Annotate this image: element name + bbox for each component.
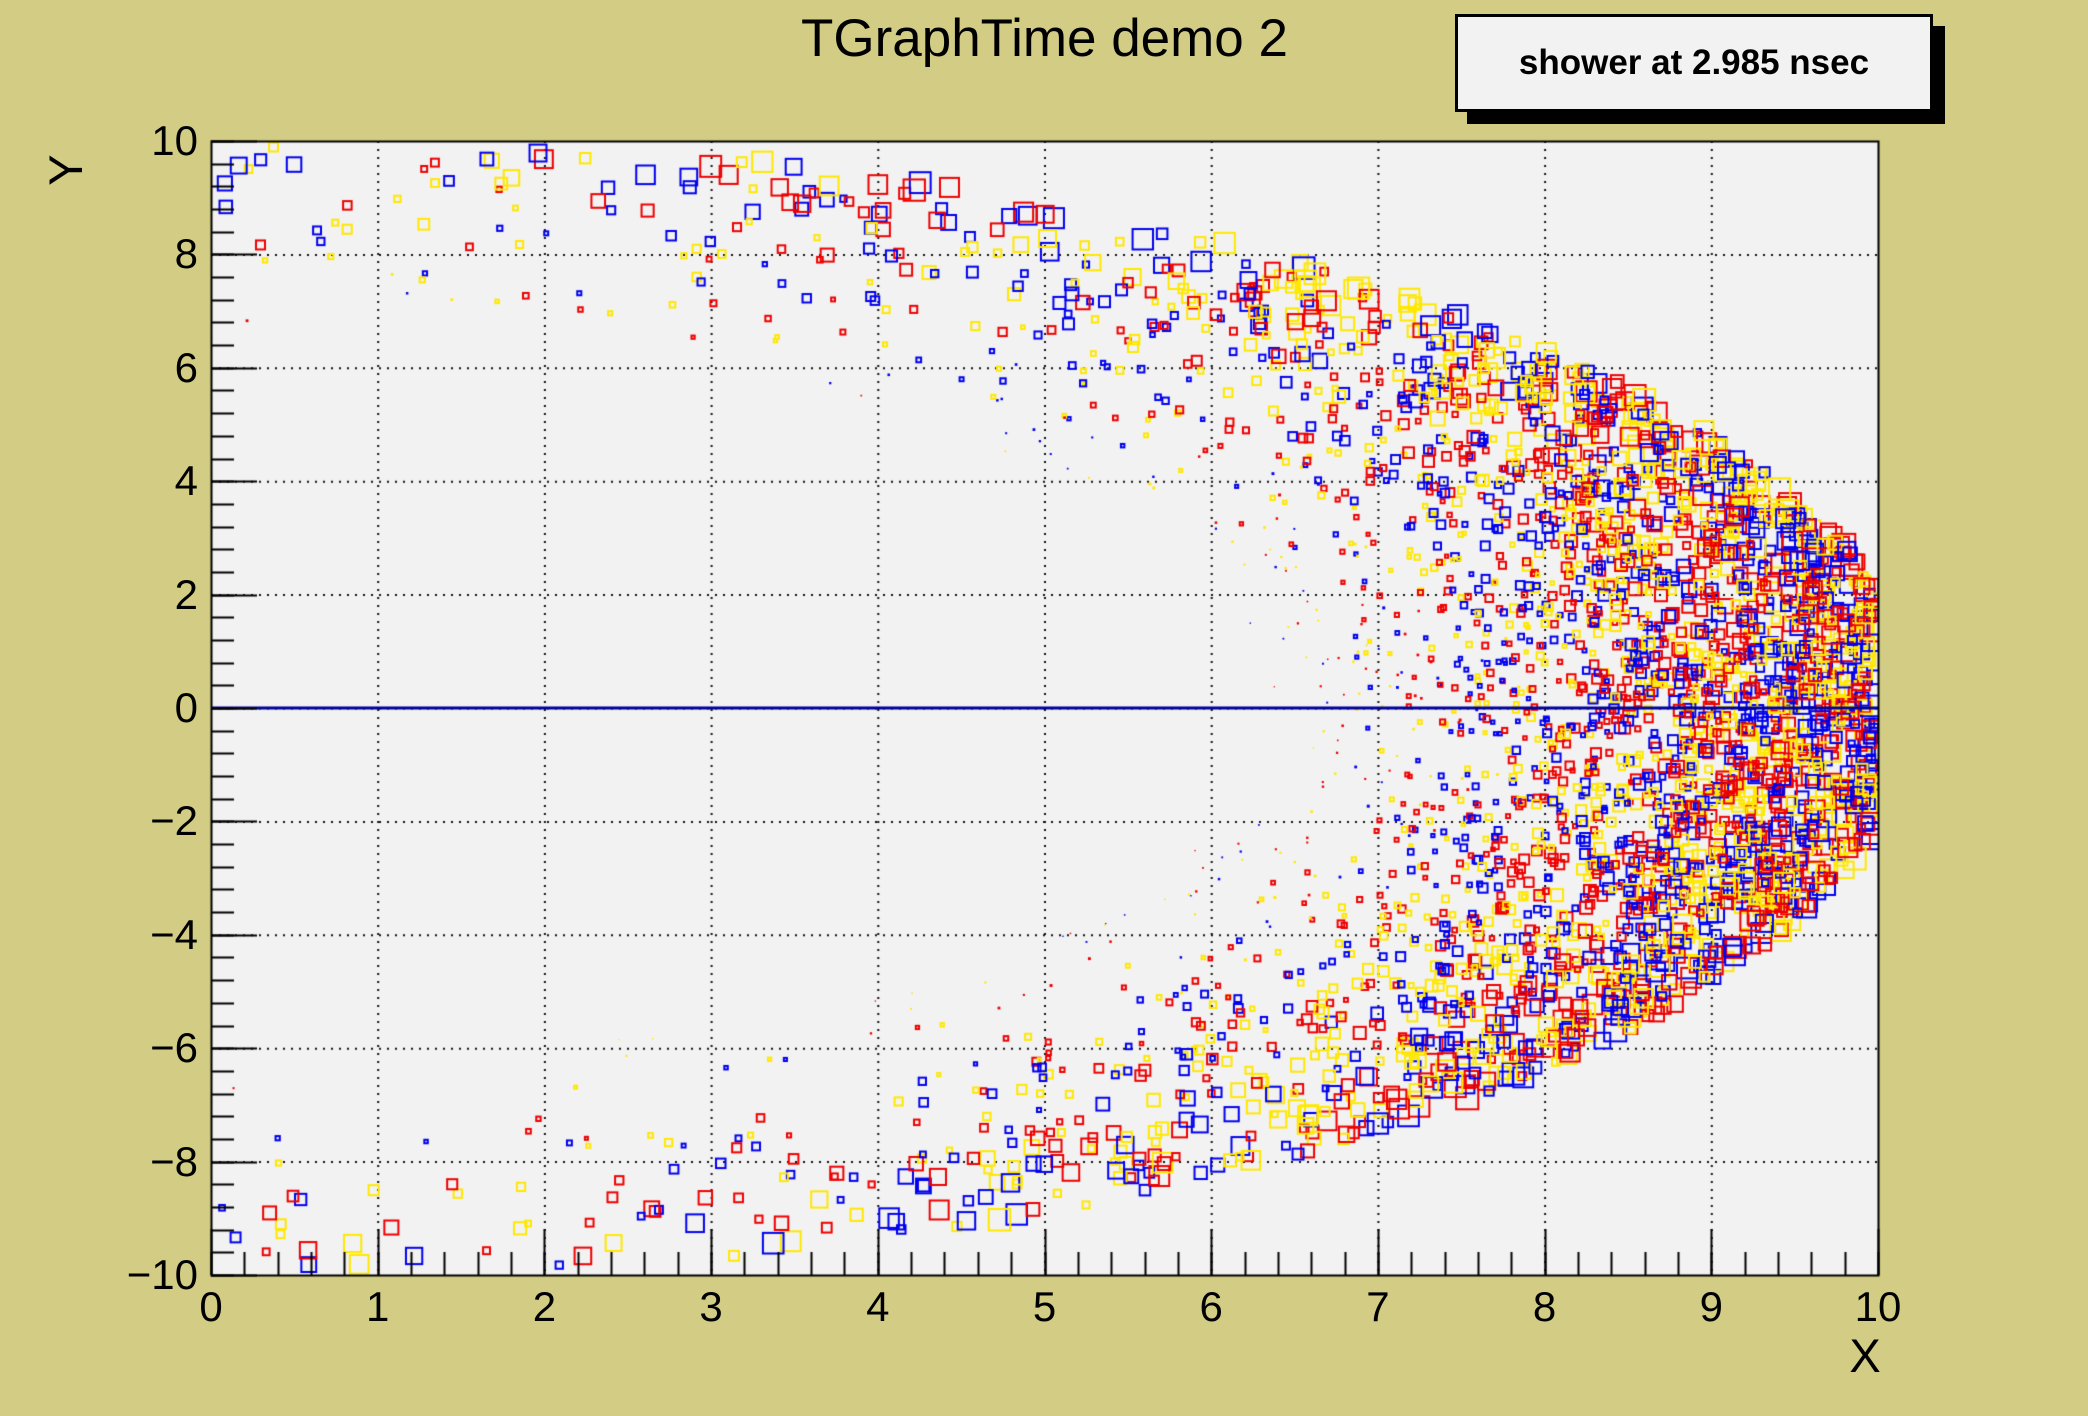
y-tick-label: −10 [0,1251,198,1299]
x-tick-label: 2 [474,1283,614,1331]
x-tick-label: 1 [308,1283,448,1331]
y-tick-label: 4 [0,457,198,505]
y-tick-label: −4 [0,911,198,959]
time-stamp-label: shower at 2.985 nsec [1458,17,1930,109]
x-tick-label: 9 [1641,1283,1781,1331]
x-tick-label: 3 [641,1283,781,1331]
x-tick-label: 7 [1308,1283,1448,1331]
x-tick-label: 5 [975,1283,1115,1331]
y-tick-label: 0 [0,684,198,732]
x-tick-label: 4 [808,1283,948,1331]
x-tick-label: 8 [1475,1283,1615,1331]
time-stamp-box: shower at 2.985 nsec [1455,14,1933,112]
x-axis-title: X [1795,1328,1935,1383]
y-tick-label: −8 [0,1138,198,1186]
y-tick-label: 6 [0,344,198,392]
scatter-plot-canvas [0,0,2088,1416]
y-tick-label: −6 [0,1024,198,1072]
x-tick-label: 6 [1141,1283,1281,1331]
y-tick-label: −2 [0,797,198,845]
x-tick-label: 10 [1808,1283,1948,1331]
root-canvas: TGraphTime demo 2 shower at 2.985 nsec X… [0,0,2088,1416]
y-tick-label: 2 [0,571,198,619]
y-tick-label: 10 [0,117,198,165]
y-tick-label: 8 [0,230,198,278]
